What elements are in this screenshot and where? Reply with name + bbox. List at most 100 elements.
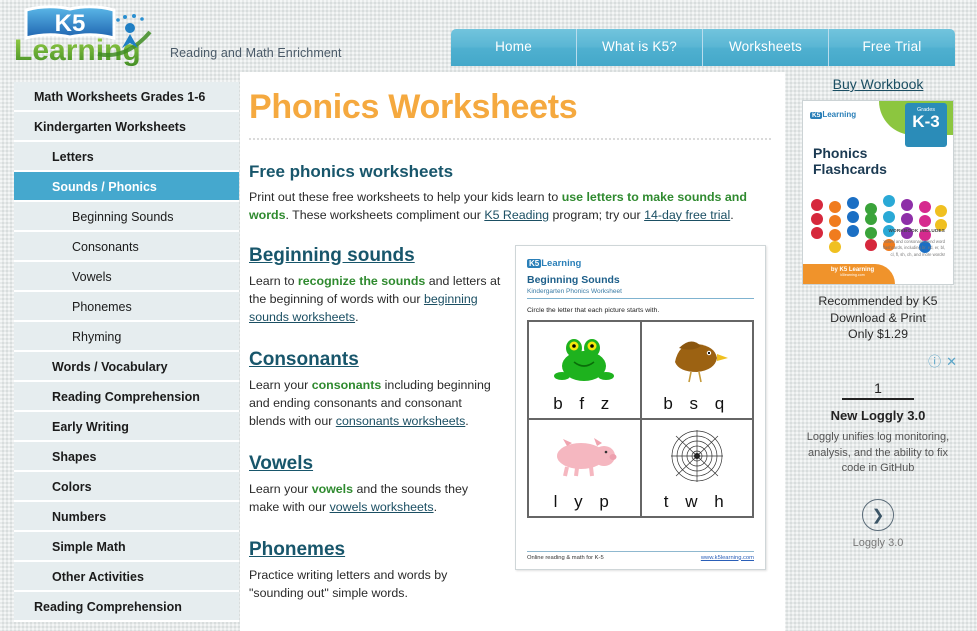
page-root: K5 Learning Reading and Math Enrichment: [0, 0, 977, 631]
flashcard-dot: [811, 227, 823, 239]
worksheet-logo-k5: K5: [527, 258, 542, 268]
worksheet-footer-url[interactable]: www.k5learning.com: [701, 555, 754, 561]
flashcard-dot: [883, 195, 895, 207]
worksheet-cell: t w h: [640, 418, 753, 517]
sidebar-item-kindergarten-worksheets[interactable]: Kindergarten Worksheets: [14, 112, 239, 142]
flashcard-dot: [901, 199, 913, 211]
section-heading-phonemes[interactable]: Phonemes: [249, 539, 345, 561]
site-tagline: Reading and Math Enrichment: [170, 46, 342, 60]
main-navigation: Home What is K5? Worksheets Free Trial: [451, 29, 955, 66]
section-heading-beginning-sounds[interactable]: Beginning sounds: [249, 245, 415, 267]
section-text-a: Practice writing letters and words by "s…: [249, 567, 448, 600]
worksheet-instruction: Circle the letter that each picture star…: [527, 306, 660, 314]
section-text-c: .: [433, 499, 438, 514]
nav-tab-home[interactable]: Home: [451, 29, 577, 66]
free-trial-link[interactable]: 14-day free trial: [644, 208, 730, 222]
flashcard-dot: [847, 211, 859, 223]
sidebar-item-vowels[interactable]: Vowels: [14, 262, 239, 292]
sidebar-item-colors[interactable]: Colors: [14, 472, 239, 502]
svg-text:K5: K5: [55, 10, 86, 37]
sidebar-item-phonemes[interactable]: Phonemes: [14, 292, 239, 322]
section-text-c: .: [355, 309, 359, 324]
close-icon[interactable]: ✕: [946, 355, 957, 368]
cover-includes-heading: WORKBOOK INCLUDES: [888, 228, 945, 234]
sidebar-item-early-writing[interactable]: Early Writing: [14, 412, 239, 442]
recommendation-text: Recommended by K5 Download & Print Only …: [793, 293, 963, 343]
sections-column: Beginning sounds Learn to recognize the s…: [249, 245, 501, 625]
sidebar-item-other-activities[interactable]: Other Activities: [14, 562, 239, 592]
sidebar-item-shapes[interactable]: Shapes: [14, 442, 239, 472]
section-heading-vowels[interactable]: Vowels: [249, 453, 313, 475]
section-highlight: consonants: [311, 377, 382, 392]
section-highlight: vowels: [311, 481, 354, 496]
sidebar-item-rhyming[interactable]: Rhyming: [14, 322, 239, 352]
sidebar-item-sounds-phonics[interactable]: Sounds / Phonics: [14, 172, 239, 202]
info-icon[interactable]: ⓘ: [928, 355, 941, 368]
worksheet-title: Beginning Sounds: [527, 273, 620, 286]
cover-includes: WORKBOOK INCLUDES Vowel and consonant bl…: [879, 219, 945, 258]
worksheet-cell-letters: b s q: [663, 393, 731, 413]
ad-body-text: Loggly unifies log monitoring, analysis,…: [806, 431, 950, 475]
buy-workbook-link[interactable]: Buy Workbook: [793, 76, 963, 92]
worksheet-column: K5 Learning Beginning Sounds Kindergarten…: [515, 244, 769, 625]
cover-title-line1: Phonics: [813, 145, 868, 161]
cover-includes-text: Vowel and consonant blend word flashcard…: [882, 239, 945, 257]
worksheet-footer: Online reading & math for K-5 www.k5lear…: [527, 550, 754, 561]
flashcard-dot: [865, 239, 877, 251]
k5-reading-link[interactable]: K5 Reading: [484, 208, 549, 222]
nav-tab-worksheets[interactable]: Worksheets: [703, 29, 829, 66]
worksheet-logo-word: Learning: [541, 257, 582, 269]
intro-text-3: These worksheets compliment our: [292, 207, 485, 222]
ad-caption: Loggly 3.0: [852, 537, 904, 550]
sidebar-item-words-vocabulary[interactable]: Words / Vocabulary: [14, 352, 239, 382]
section-text-c: .: [465, 413, 469, 428]
flashcard-dot: [811, 213, 823, 225]
flashcard-dot: [935, 205, 947, 217]
workbook-cover[interactable]: K5 Learning Grades K-3 Phonics Flashcards…: [802, 100, 954, 285]
chevron-right-icon[interactable]: ❯: [862, 499, 894, 532]
sidebar-item-beginning-sounds[interactable]: Beginning Sounds: [14, 202, 239, 232]
k5-learning-logo[interactable]: K5 Learning: [8, 2, 168, 68]
section-paragraph: Learn to recognize the sounds and letter…: [249, 273, 501, 327]
ad-number: 1: [874, 380, 882, 397]
main-content: Phonics Worksheets Free phonics workshee…: [240, 72, 785, 631]
section-text-a: Learn your: [249, 377, 312, 392]
section-paragraph: Learn your consonants including beginnin…: [249, 377, 501, 431]
flashcard-dot: [829, 201, 841, 213]
ad-controls: ⓘ ✕: [793, 355, 957, 368]
section-link[interactable]: vowels worksheets: [330, 500, 434, 514]
worksheet-preview[interactable]: K5 Learning Beginning Sounds Kindergarten…: [515, 244, 766, 570]
sidebar-item-reading-comprehension[interactable]: Reading Comprehension: [14, 592, 239, 622]
sidebar-item-numbers[interactable]: Numbers: [14, 502, 239, 532]
flashcard-dot: [811, 199, 823, 211]
nav-tab-what-is-k5[interactable]: What is K5?: [577, 29, 703, 66]
sidebar-item-math-worksheets-grades-1-6[interactable]: Math Worksheets Grades 1-6: [14, 82, 239, 112]
site-header: K5 Learning Reading and Math Enrichment: [0, 0, 977, 72]
spiderweb-illustration: [642, 420, 753, 492]
title-divider: [249, 137, 771, 140]
worksheet-cell: l y p: [528, 418, 641, 517]
intro-paragraph: Print out these free worksheets to help …: [249, 189, 775, 225]
nav-tab-free-trial[interactable]: Free Trial: [829, 29, 955, 66]
section-heading-consonants[interactable]: Consonants: [249, 349, 359, 371]
section-text-a: Learn your: [249, 481, 312, 496]
sidebar-item-letters[interactable]: Letters: [14, 142, 239, 172]
flashcard-dot: [829, 229, 841, 241]
right-rail: Buy Workbook K5 Learning Grades K-3 Phoni…: [793, 76, 963, 549]
cover-brand-band: by K5 Learning k5learning.com: [803, 264, 895, 284]
section-paragraph: Practice writing letters and words by "s…: [249, 567, 501, 603]
sidebar-item-reading-comprehension[interactable]: Reading Comprehension: [14, 382, 239, 412]
section-text-a: Learn to: [249, 273, 298, 288]
cover-footer-sub: k5learning.com: [840, 273, 865, 277]
intro-text-2: .: [285, 207, 289, 222]
content-columns: Beginning sounds Learn to recognize the s…: [249, 244, 775, 625]
sidebar-item-simple-math[interactable]: Simple Math: [14, 532, 239, 562]
worksheet-cell: b s q: [640, 320, 753, 419]
section-highlight: recognize the sounds: [297, 273, 426, 288]
section-link[interactable]: consonants worksheets: [336, 414, 466, 428]
cover-title: Phonics Flashcards: [813, 145, 887, 177]
sidebar-item-consonants[interactable]: Consonants: [14, 232, 239, 262]
ad-headline[interactable]: New Loggly 3.0: [793, 408, 963, 423]
cover-title-line2: Flashcards: [813, 161, 887, 178]
grades-value: K-3: [912, 112, 940, 131]
